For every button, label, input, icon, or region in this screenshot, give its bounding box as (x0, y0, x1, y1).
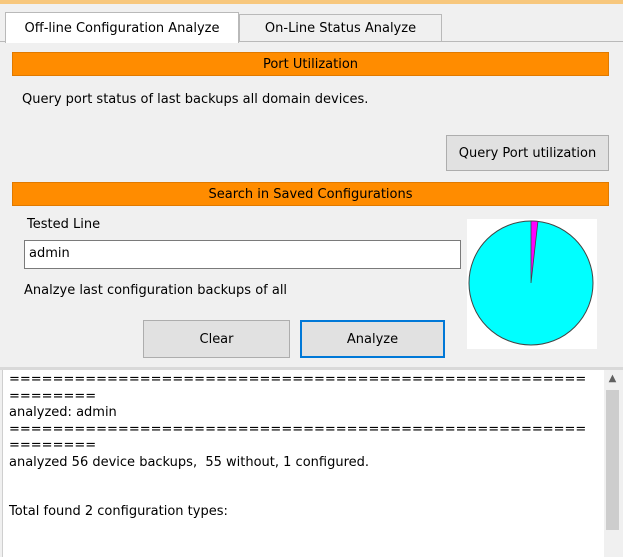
analyze-button[interactable]: Analyze (300, 320, 445, 358)
output-log-text: ========================================… (9, 372, 587, 519)
scroll-thumb[interactable] (606, 390, 619, 530)
port-utilization-header: Port Utilization (12, 52, 609, 76)
output-log[interactable]: ========================================… (2, 370, 621, 557)
query-port-utilization-button[interactable]: Query Port utilization (446, 135, 609, 171)
tested-line-label: Tested Line (27, 217, 101, 232)
port-utilization-description: Query port status of last backups all do… (22, 92, 369, 107)
tested-line-input[interactable]: admin (24, 240, 461, 269)
tab-bar: Off-line Configuration Analyze On-Line S… (0, 4, 623, 43)
analyze-description: Analzye last configuration backups of al… (24, 283, 288, 298)
clear-button[interactable]: Clear (143, 320, 290, 358)
tab-online-status-analyze[interactable]: On-Line Status Analyze (239, 14, 442, 42)
output-scrollbar[interactable]: ▲ (604, 370, 621, 557)
tab-offline-config-analyze[interactable]: Off-line Configuration Analyze (5, 12, 239, 43)
search-saved-configs-header: Search in Saved Configurations (12, 182, 609, 206)
configuration-pie-chart (467, 219, 597, 349)
chevron-up-icon[interactable]: ▲ (604, 370, 621, 387)
